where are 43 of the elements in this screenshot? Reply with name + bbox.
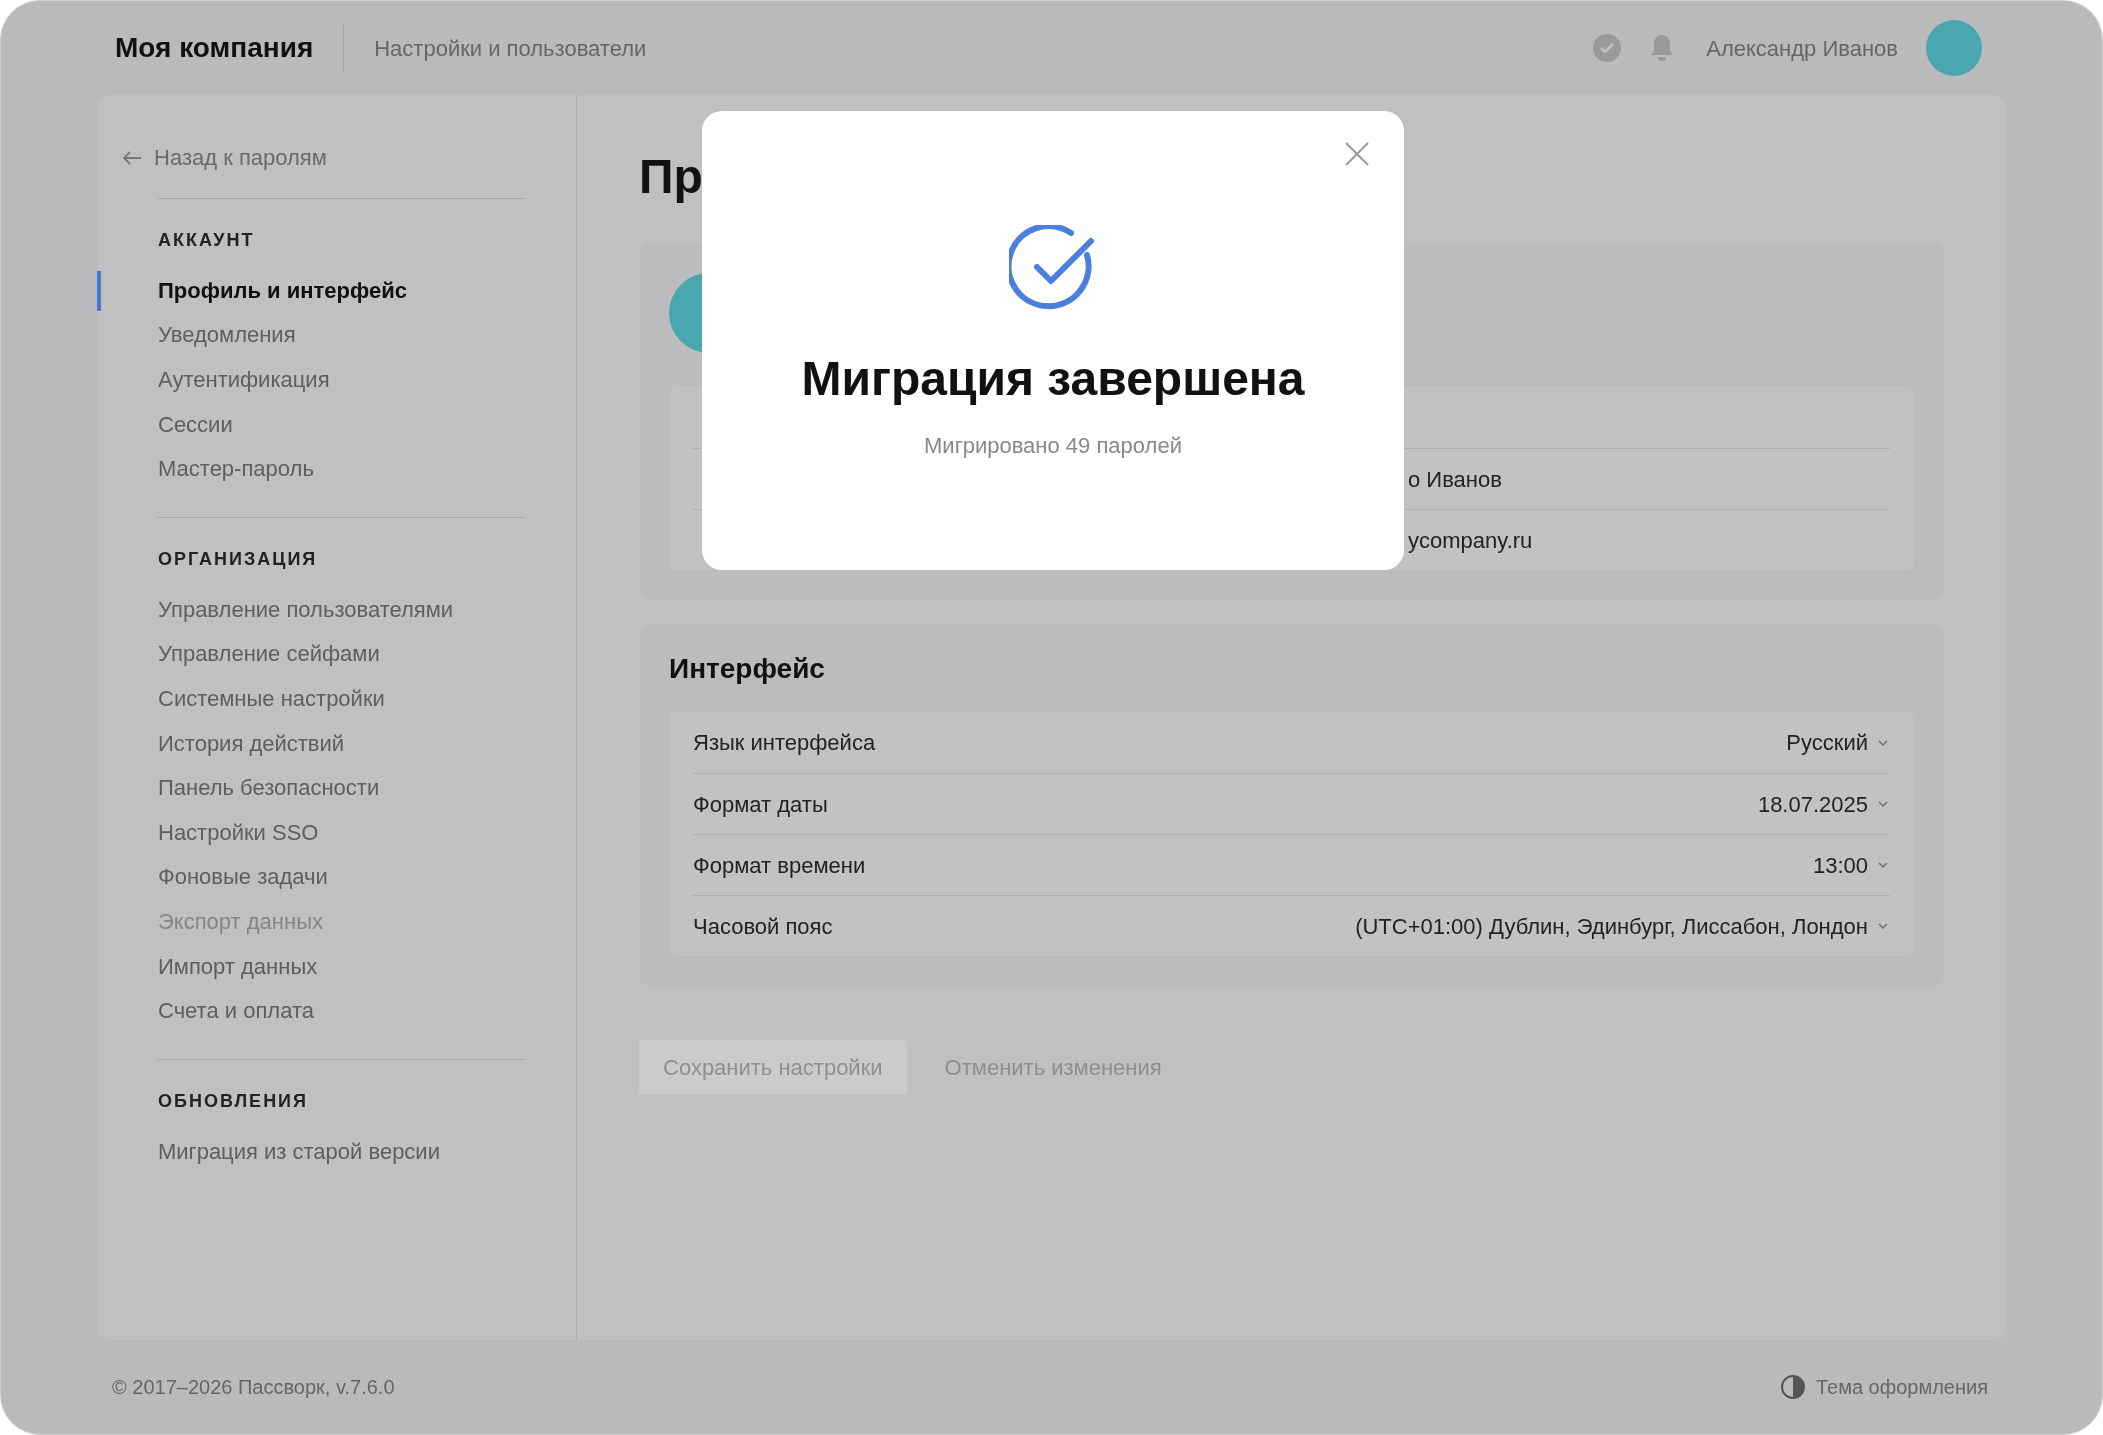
sidebar-item[interactable]: Сессии bbox=[158, 407, 233, 441]
sidebar-item[interactable]: Аутентификация bbox=[158, 363, 330, 396]
check-circle-icon[interactable] bbox=[1592, 33, 1623, 63]
setting-dropdown[interactable]: 18.07.2025 bbox=[1757, 787, 1890, 821]
section-heading: ОБНОВЛЕНИЯ bbox=[158, 1089, 309, 1113]
half-circle-icon bbox=[1779, 1374, 1806, 1400]
sidebar-item[interactable]: Панель безопасности bbox=[158, 771, 380, 805]
sidebar-item[interactable]: История действий bbox=[158, 726, 345, 760]
setting-label: Формат даты bbox=[693, 790, 828, 819]
sidebar-item[interactable]: Настройки SSO bbox=[158, 815, 319, 849]
sidebar-item[interactable]: Фоновые задачи bbox=[158, 860, 328, 894]
theme-toggle[interactable]: Тема оформления bbox=[1815, 1372, 1988, 1402]
field-value: ycompany.ru bbox=[1408, 526, 1534, 555]
active-indicator bbox=[97, 271, 101, 311]
sidebar-item[interactable]: Миграция из старой версии bbox=[158, 1134, 440, 1168]
sidebar-item[interactable]: Уведомления bbox=[158, 318, 296, 352]
modal-title: Миграция завершена bbox=[801, 351, 1305, 407]
setting-label: Язык интерфейса bbox=[693, 729, 876, 757]
sidebar-item[interactable]: Управление сейфами bbox=[158, 637, 380, 671]
setting-dropdown[interactable]: (UTC+01:00) Дублин, Эдинбург, Лиссабон, Лондон bbox=[1355, 909, 1890, 943]
page-title: Пр bbox=[639, 149, 703, 205]
sidebar-item[interactable]: Профиль и интерфейс bbox=[158, 273, 407, 307]
brand-name: Моя компания bbox=[115, 31, 314, 65]
field-value: о Иванов bbox=[1408, 465, 1503, 494]
back-link[interactable]: Назад к паролям bbox=[154, 141, 327, 174]
card-title: Интерфейс bbox=[669, 652, 826, 686]
sidebar-item[interactable]: Управление пользователями bbox=[158, 592, 454, 626]
sidebar-item[interactable]: Счета и оплата bbox=[158, 994, 314, 1028]
sidebar-item[interactable]: Мастер-пароль bbox=[158, 452, 314, 486]
sidebar-item[interactable]: Импорт данных bbox=[158, 949, 318, 983]
setting-label: Формат времени bbox=[693, 851, 866, 880]
setting-dropdown[interactable]: Русский bbox=[1786, 726, 1890, 759]
copyright-text: © 2017–2026 Пассворк, v.7.6.0 bbox=[112, 1375, 395, 1400]
user-avatar[interactable] bbox=[1926, 20, 1982, 76]
setting-label: Часовой пояс bbox=[693, 912, 833, 941]
setting-dropdown[interactable]: 13:00 bbox=[1812, 848, 1890, 882]
section-heading: АККАУНТ bbox=[158, 229, 256, 252]
user-name[interactable]: Александр Иванов bbox=[1706, 31, 1898, 65]
section-heading: ОРГАНИЗАЦИЯ bbox=[158, 547, 319, 571]
modal-subtitle: Мигрировано 49 паролей bbox=[924, 432, 1182, 460]
sidebar-item[interactable]: Системные настройки bbox=[158, 681, 385, 715]
section-title: Настройки и пользователи bbox=[374, 34, 647, 63]
arrow-left-icon bbox=[122, 149, 142, 166]
